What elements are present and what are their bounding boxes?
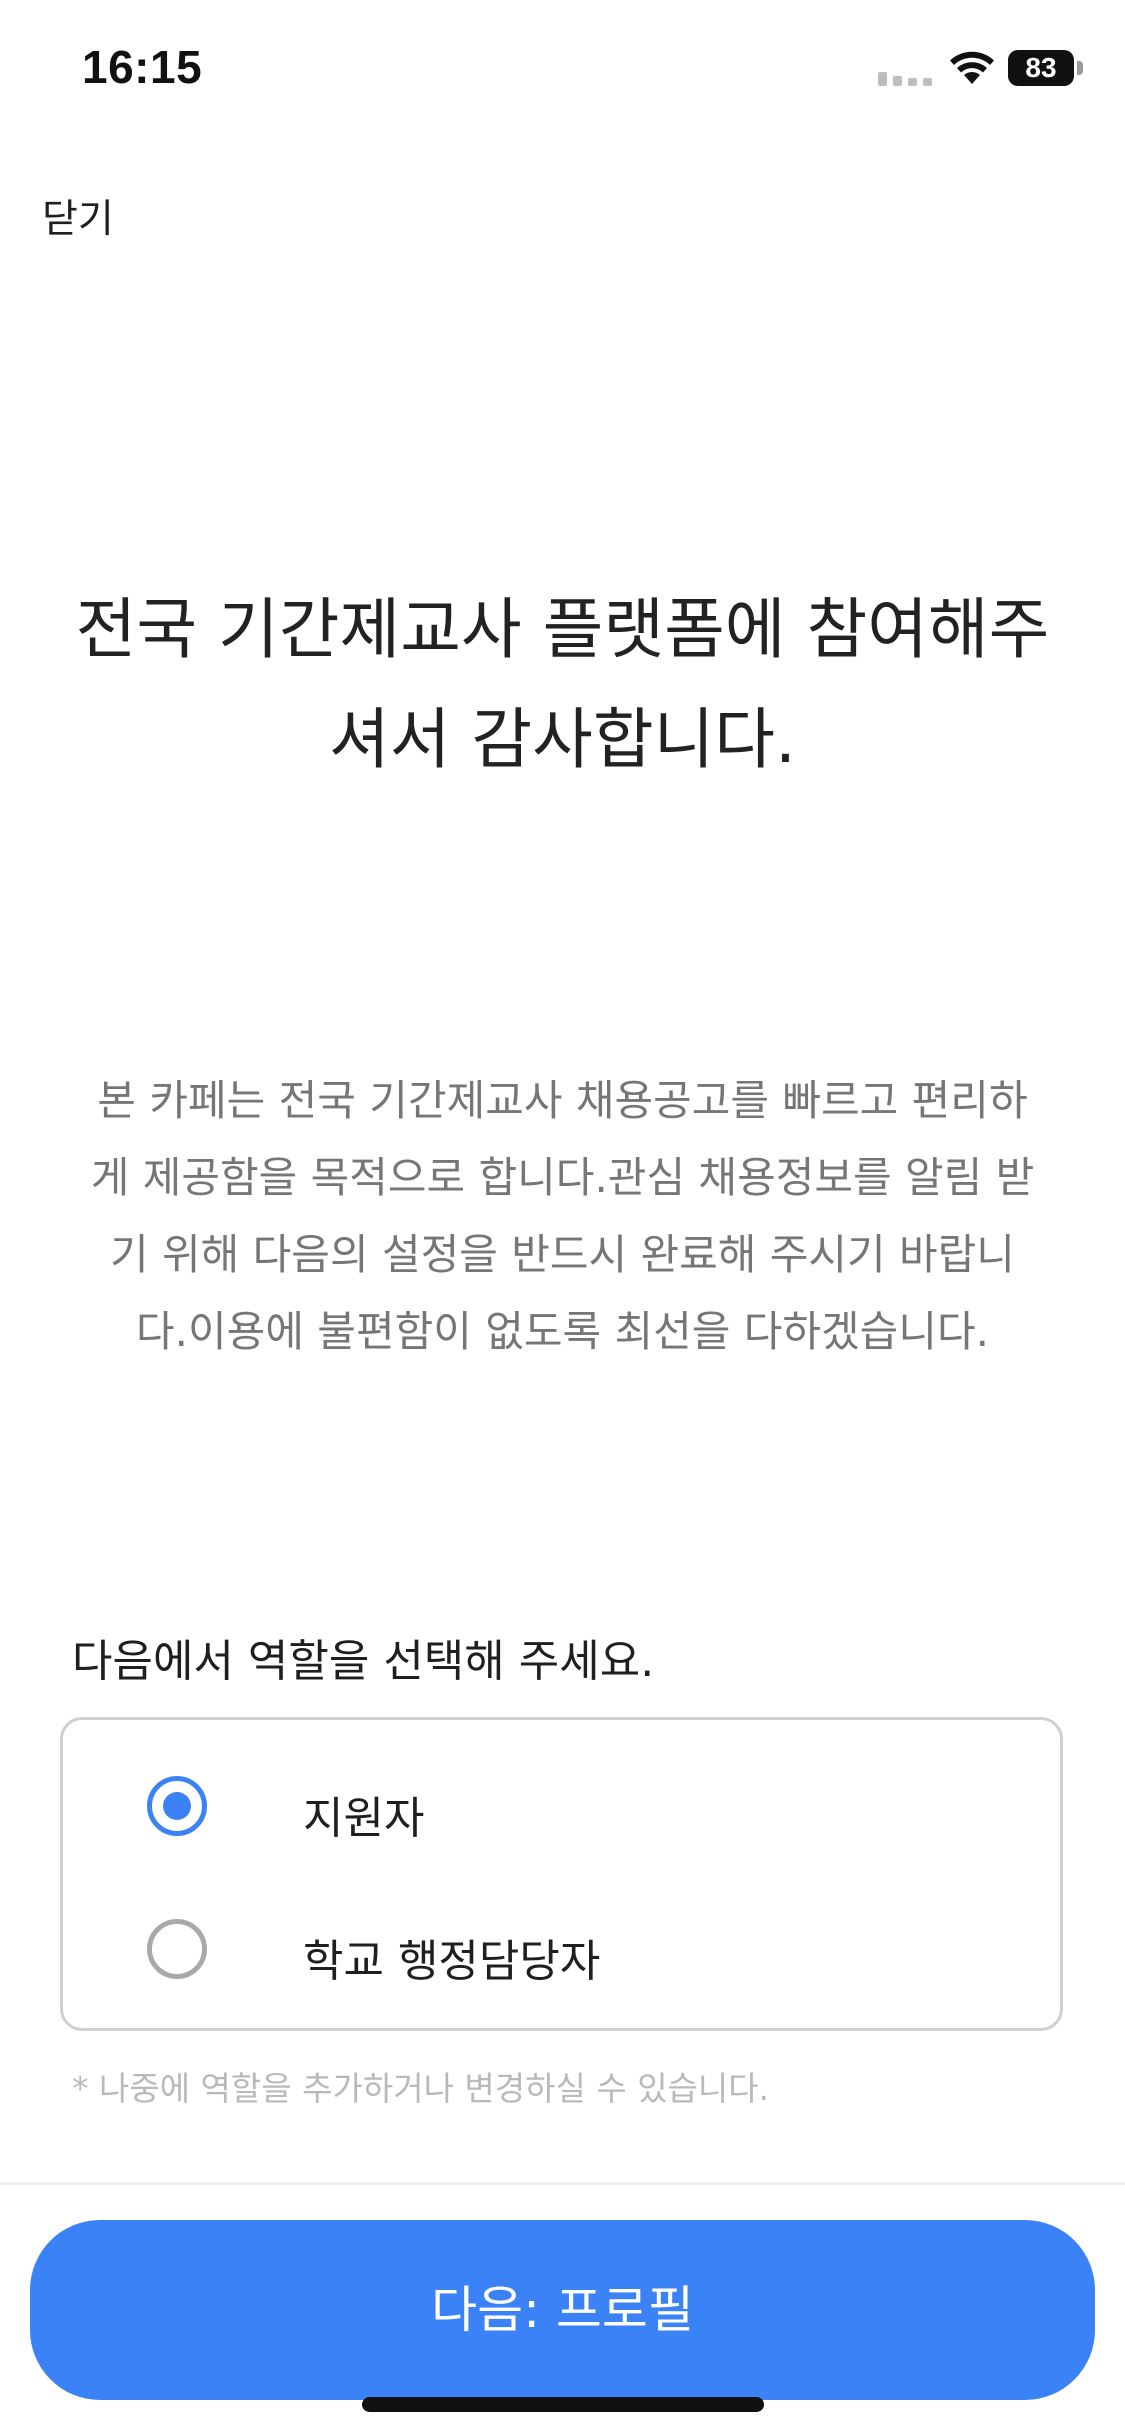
role-note: * 나중에 역할을 추가하거나 변경하실 수 있습니다.: [72, 2069, 770, 2108]
role-selector: 지원자 학교 행정담당자: [60, 1717, 1063, 2031]
role-option-school-admin[interactable]: 학교 행정담당자: [63, 1885, 1060, 2015]
home-indicator: [362, 2397, 764, 2412]
radio-dot: [163, 1792, 191, 1820]
description-line: 다.이용에 불편함이 없도록 최선을 다하겠습니다.: [136, 1307, 989, 1356]
battery-icon: 83: [1008, 50, 1084, 86]
description-line: 게 제공함을 목적으로 합니다.관심 채용정보를 알림 받: [90, 1153, 1035, 1202]
close-button[interactable]: 닫기: [42, 188, 114, 244]
welcome-title-line: 셔서 감사합니다.: [329, 701, 796, 778]
description-line: 기 위해 다음의 설정을 반드시 완료해 주시기 바랍니: [110, 1230, 1015, 1279]
description-line: 본 카페는 전국 기간제교사 채용공고를 빠르고 편리하: [97, 1076, 1028, 1125]
radio-selected-icon[interactable]: [147, 1776, 207, 1836]
next-button[interactable]: 다음: 프로필: [30, 2220, 1095, 2400]
divider: [0, 2182, 1125, 2185]
welcome-description: 본 카페는 전국 기간제교사 채용공고를 빠르고 편리하 게 제공함을 목적으로…: [55, 1062, 1070, 1370]
battery-level: 83: [1008, 50, 1074, 86]
role-option-label: 지원자: [303, 1793, 425, 1844]
battery-cap: [1077, 61, 1083, 75]
welcome-title-line: 전국 기간제교사 플랫폼에 참여해주: [75, 591, 1050, 668]
welcome-title: 전국 기간제교사 플랫폼에 참여해주 셔서 감사합니다.: [50, 575, 1075, 795]
role-option-applicant[interactable]: 지원자: [63, 1742, 1060, 1872]
status-bar: 16:15 83: [0, 0, 1125, 140]
radio-unselected-icon[interactable]: [147, 1919, 207, 1979]
role-prompt: 다음에서 역할을 선택해 주세요.: [72, 1636, 655, 1687]
wifi-icon: [950, 51, 994, 84]
role-option-label: 학교 행정담당자: [303, 1936, 601, 1987]
signal-icon: [878, 72, 932, 86]
status-time: 16:15: [82, 41, 203, 93]
